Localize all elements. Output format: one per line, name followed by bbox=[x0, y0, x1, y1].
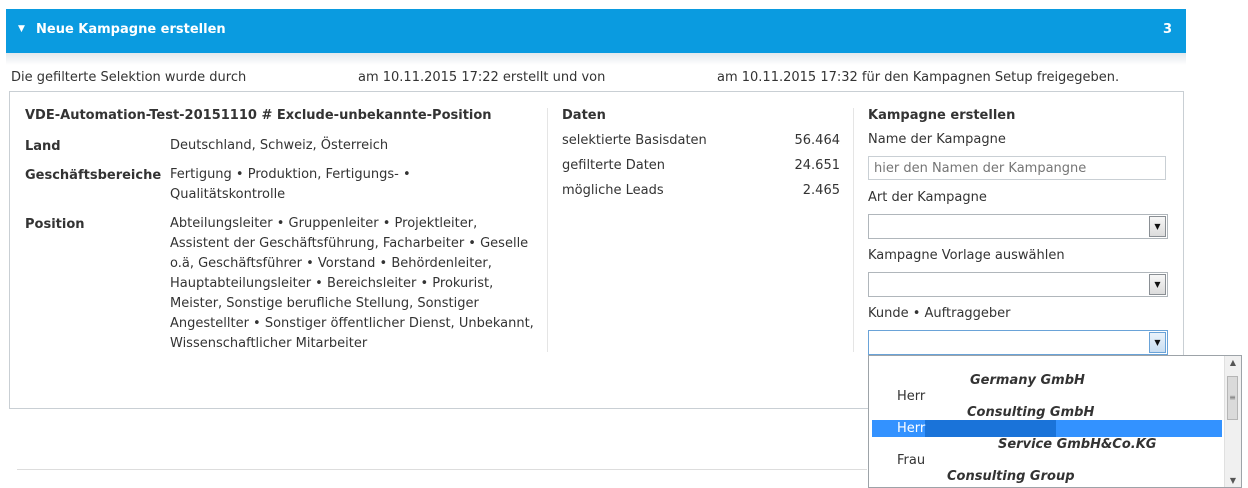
scroll-down-icon[interactable]: ▼ bbox=[1225, 476, 1241, 485]
kunde-label: Kunde • Auftraggeber bbox=[868, 306, 1011, 321]
customer-dropdown-list[interactable]: Germany GmbH Herr Consulting GmbH Herr S… bbox=[868, 355, 1242, 488]
dropdown-option-company[interactable]: Service GmbH&Co.KG bbox=[998, 437, 1156, 452]
dropdown-option-company[interactable]: Consulting GmbH bbox=[967, 405, 1094, 420]
dropdown-option-salutation[interactable]: Herr bbox=[897, 389, 925, 404]
info-text-created-by: Die gefilterte Selektion wurde durch bbox=[11, 70, 247, 85]
info-text-created-at: am 10.11.2015 17:22 erstellt und von bbox=[358, 70, 606, 85]
geschaeftsbereiche-label: Geschäftsbereiche bbox=[25, 168, 162, 183]
position-label: Position bbox=[25, 217, 85, 232]
daten-title: Daten bbox=[562, 108, 606, 123]
scroll-thumb[interactable]: ≡ bbox=[1227, 376, 1238, 420]
art-label: Art der Kampagne bbox=[868, 190, 987, 205]
dropdown-arrow-icon[interactable]: ▼ bbox=[1149, 332, 1166, 353]
scroll-up-icon[interactable]: ▲ bbox=[1225, 358, 1241, 367]
position-value: Abteilungsleiter • Gruppenleiter • Proje… bbox=[170, 216, 534, 351]
daten-gefiltert-label: gefilterte Daten bbox=[562, 158, 666, 173]
info-text-released-at: am 10.11.2015 17:32 für den Kampagnen Se… bbox=[717, 70, 1120, 85]
campaign-type-select[interactable]: ▼ bbox=[868, 214, 1168, 239]
dropdown-arrow-icon[interactable]: ▼ bbox=[1149, 274, 1166, 295]
land-label: Land bbox=[25, 139, 61, 154]
daten-gefiltert-value: 24.651 bbox=[794, 158, 841, 173]
section-title: Neue Kampagne erstellen bbox=[36, 22, 226, 37]
dropdown-scrollbar[interactable]: ▲ ≡ ▼ bbox=[1224, 356, 1241, 487]
land-value: Deutschland, Schweiz, Österreich bbox=[170, 138, 389, 153]
dropdown-option-company[interactable]: Germany GmbH bbox=[970, 373, 1085, 388]
geschaeftsbereiche-value: Fertigung • Produktion, Fertigungs- • Qu… bbox=[170, 167, 411, 202]
column-divider bbox=[547, 108, 548, 352]
dropdown-arrow-icon[interactable]: ▼ bbox=[1149, 216, 1166, 237]
daten-leads-value: 2.465 bbox=[802, 183, 840, 198]
name-label: Name der Kampagne bbox=[868, 132, 1006, 147]
selected-option-highlight-dark bbox=[925, 420, 1056, 437]
column-divider bbox=[853, 108, 854, 352]
template-select[interactable]: ▼ bbox=[868, 272, 1168, 297]
campaign-name-input[interactable] bbox=[868, 156, 1166, 180]
daten-basisdaten-label: selektierte Basisdaten bbox=[562, 133, 707, 148]
step-number: 3 bbox=[1162, 22, 1172, 37]
header-shadow bbox=[6, 53, 1186, 65]
dropdown-option-company[interactable]: Consulting Group bbox=[947, 469, 1075, 484]
section-header[interactable]: ▼ Neue Kampagne erstellen 3 bbox=[6, 9, 1186, 53]
kampagne-title: Kampagne erstellen bbox=[868, 108, 1016, 123]
selection-name: VDE-Automation-Test-20151110 # Exclude-u… bbox=[25, 108, 492, 123]
dropdown-option-salutation-selected[interactable]: Herr bbox=[897, 421, 925, 436]
footer-divider bbox=[17, 469, 867, 470]
vorlage-label: Kampagne Vorlage auswählen bbox=[868, 248, 1065, 263]
daten-basisdaten-value: 56.464 bbox=[794, 133, 841, 148]
customer-select[interactable]: ▼ bbox=[868, 330, 1168, 355]
dropdown-option-salutation[interactable]: Frau bbox=[897, 453, 925, 468]
daten-leads-label: mögliche Leads bbox=[562, 183, 664, 198]
collapse-arrow-icon[interactable]: ▼ bbox=[18, 24, 25, 34]
